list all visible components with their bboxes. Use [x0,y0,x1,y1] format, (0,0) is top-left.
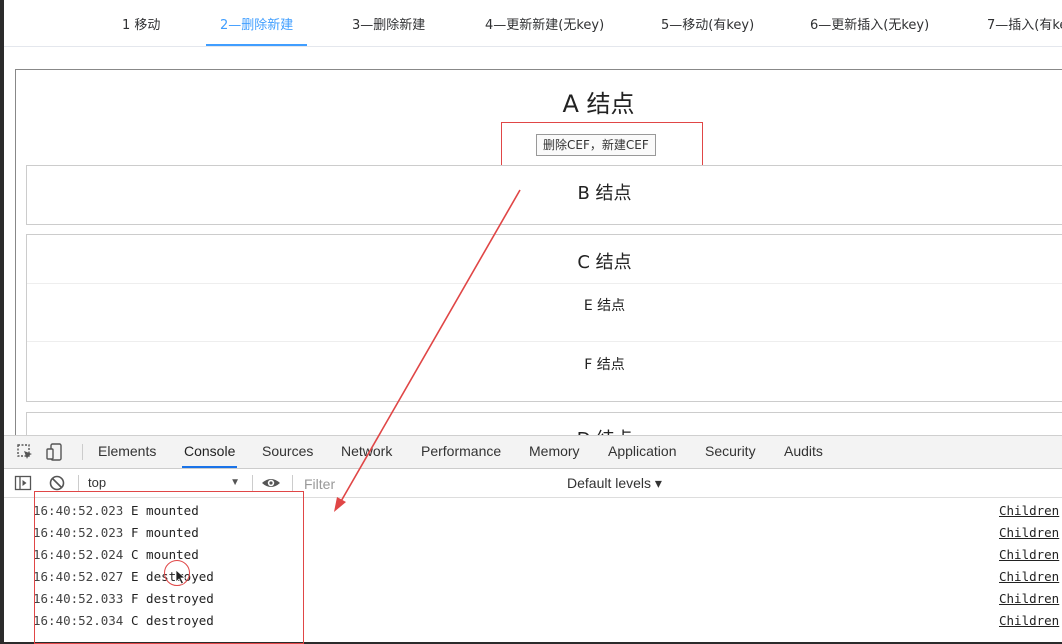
node-c-box: C 结点 E 结点 F 结点 [26,234,1062,402]
divider [27,283,1062,284]
log-entry: 16:40:52.023 F mounted Children [4,522,1062,544]
divider [78,475,79,491]
device-toolbar-icon[interactable] [46,443,64,461]
filter-input[interactable]: Filter [304,474,335,494]
log-message: E destroyed [131,569,214,584]
devtools-tab-audits[interactable]: Audits [784,436,823,466]
log-message: F destroyed [131,591,214,606]
devtools-panel: Elements Console Sources Network Perform… [4,435,1062,642]
log-timestamp: 16:40:52.027 [33,569,124,584]
devtools-tab-application[interactable]: Application [608,436,677,466]
tab-3[interactable]: 3—删除新建 [352,0,425,44]
devtools-tab-performance[interactable]: Performance [421,436,501,466]
node-b-title: B 结点 [577,183,632,204]
console-toolbar: top ▼ Filter Default levels ▾ [4,469,1062,498]
node-c-title: C 结点 [577,252,632,273]
demo-tab-bar: 1 移动 2—删除新建 3—删除新建 4—更新新建(无key) 5—移动(有ke… [4,0,1062,47]
devtools-tab-console[interactable]: Console [182,436,238,468]
tab-2[interactable]: 2—删除新建 [206,0,308,46]
tab-5[interactable]: 5—移动(有key) [661,0,754,44]
devtools-tab-memory[interactable]: Memory [529,436,580,466]
sidebar-toggle-icon[interactable] [14,474,32,492]
log-source-link[interactable]: Children [999,610,1059,632]
tab-1[interactable]: 1 移动 [122,0,160,44]
log-entry: 16:40:52.024 C mounted Children [4,544,1062,566]
clear-console-icon[interactable] [48,474,66,492]
tab-6[interactable]: 6—更新插入(无key) [810,0,929,44]
devtools-tab-elements[interactable]: Elements [98,436,156,466]
log-timestamp: 16:40:52.024 [33,547,124,562]
log-message: C destroyed [131,613,214,628]
log-message: E mounted [131,503,199,518]
log-source-link[interactable]: Children [999,566,1059,588]
log-entry: 16:40:52.033 F destroyed Children [4,588,1062,610]
log-timestamp: 16:40:52.023 [33,503,124,518]
log-source-link[interactable]: Children [999,544,1059,566]
browser-viewport: 1 移动 2—删除新建 3—删除新建 4—更新新建(无key) 5—移动(有ke… [4,0,1062,642]
log-source-link[interactable]: Children [999,522,1059,544]
divider [27,341,1062,342]
chevron-down-icon: ▼ [230,477,240,488]
devtools-tab-security[interactable]: Security [705,436,756,466]
log-timestamp: 16:40:52.023 [33,525,124,540]
node-e-title: E 结点 [583,298,626,314]
divider [82,444,83,460]
devtools-tab-bar: Elements Console Sources Network Perform… [4,436,1062,469]
divider [252,475,253,491]
console-log-list: 16:40:52.023 E mounted Children 16:40:52… [4,500,1062,642]
node-a-title: A 结点 [562,90,635,118]
devtools-tab-sources[interactable]: Sources [262,436,313,466]
log-message: C mounted [131,547,199,562]
log-entry: 16:40:52.023 E mounted Children [4,500,1062,522]
node-b-box: B 结点 [26,165,1062,225]
log-entry: 16:40:52.034 C destroyed Children [4,610,1062,632]
tab-7[interactable]: 7—插入(有key) [987,0,1062,44]
eye-icon[interactable] [261,474,281,492]
log-timestamp: 16:40:52.034 [33,613,124,628]
log-message: F mounted [131,525,199,540]
log-source-link[interactable]: Children [999,588,1059,610]
context-select[interactable]: top ▼ [88,473,244,493]
log-levels-dropdown[interactable]: Default levels ▾ [567,473,662,493]
node-f-title: F 结点 [584,357,625,373]
log-entry: 16:40:52.027 E destroyed Children [4,566,1062,588]
inspect-element-icon[interactable] [16,443,34,461]
tab-4[interactable]: 4—更新新建(无key) [485,0,604,44]
context-value: top [88,475,107,490]
log-source-link[interactable]: Children [999,500,1059,522]
log-timestamp: 16:40:52.033 [33,591,124,606]
devtools-tab-network[interactable]: Network [341,436,392,466]
node-a-box: A 结点 删除CEF，新建CEF B 结点 C 结点 E 结点 F 结点 D 结… [15,69,1062,454]
divider [292,475,293,491]
delete-create-cef-button[interactable]: 删除CEF，新建CEF [536,134,656,156]
